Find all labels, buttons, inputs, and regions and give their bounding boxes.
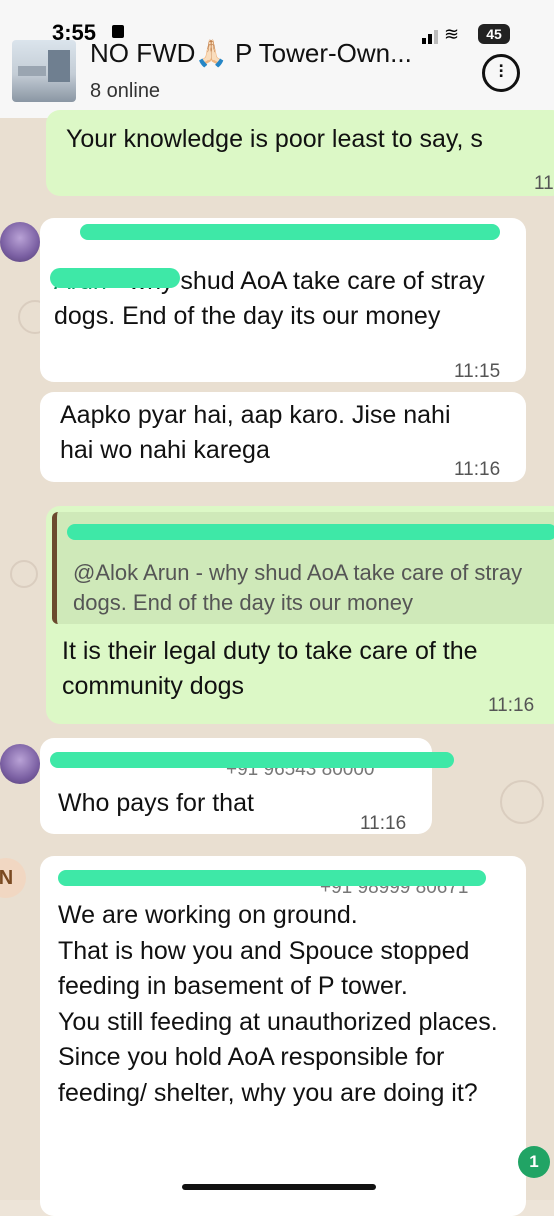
message-time: 11:15 [454, 361, 501, 382]
signal-icon [422, 38, 426, 44]
redaction-scribble [80, 224, 500, 240]
quoted-message[interactable]: @Alok Arun - why shud AoA take care of s… [52, 512, 554, 624]
message-text: Your knowledge is poor least to say, s [66, 125, 483, 153]
quoted-text: @Alok Arun - why shud AoA take care of s… [73, 560, 523, 615]
message-time: 11:16 [488, 695, 535, 716]
message-time: 11:16 [360, 813, 407, 834]
message-bubble[interactable]: @Alok Arun - why shud AoA take care of s… [46, 506, 554, 724]
redaction-scribble [58, 870, 486, 886]
wifi-icon: ≋ [444, 24, 460, 44]
home-indicator[interactable] [182, 1184, 376, 1190]
unread-count-badge[interactable]: 1 [518, 1146, 550, 1178]
sender-avatar[interactable] [0, 744, 40, 784]
signal-bar [428, 34, 432, 44]
group-avatar[interactable] [12, 40, 76, 102]
group-title[interactable]: NO FWD🙏🏻 P Tower-Own... [90, 38, 412, 69]
lock-icon [112, 25, 124, 38]
message-bubble[interactable]: Aapko pyar hai, aap karo. Jise nahi hai … [40, 392, 526, 482]
online-count: 8 online [90, 80, 161, 102]
message-time: 11:15 [534, 173, 554, 194]
message-bubble[interactable]: Your knowledge is poor least to say, s 1… [46, 110, 554, 196]
message-time: 11:16 [454, 459, 501, 480]
message-bubble[interactable]: Arun - why shud AoA take care of stray d… [40, 218, 526, 382]
message-bubble[interactable]: +91 96543 80000 Who pays for that 11:16 [40, 738, 454, 834]
message-text: It is their legal duty to take care of t… [62, 637, 478, 700]
message-bubble[interactable]: +91 98999 80671 We are working on ground… [40, 856, 526, 1216]
voice-call-icon[interactable]: ⫶ [482, 54, 520, 92]
redaction-scribble [50, 752, 454, 768]
redaction-scribble [50, 268, 180, 288]
message-text: Who pays for that [58, 789, 254, 817]
sender-avatar[interactable] [0, 222, 40, 262]
battery-icon: 45 [478, 24, 510, 44]
status-bar: 3:55 ≋ 45 [0, 0, 554, 45]
signal-bar [434, 30, 438, 44]
chat-header: 3:55 ≋ 45 NO FWD🙏🏻 P Tower-Own... 8 onli… [0, 0, 554, 118]
message-text: Aapko pyar hai, aap karo. Jise nahi hai … [60, 401, 451, 464]
message-text: We are working on ground. That is how yo… [58, 901, 498, 1107]
redaction-scribble [67, 524, 554, 540]
